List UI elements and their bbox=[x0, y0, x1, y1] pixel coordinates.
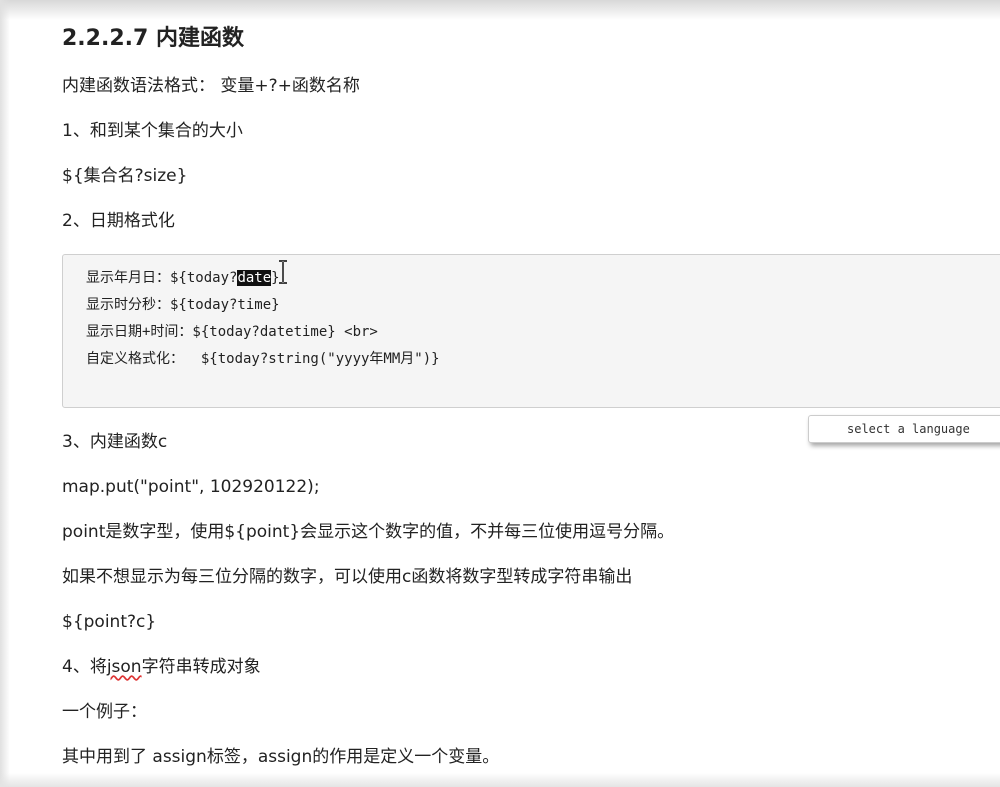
example-label: 一个例子： bbox=[62, 702, 147, 722]
map-put-example: map.put("point", 102920122); bbox=[62, 477, 320, 497]
bottom-shadow bbox=[0, 773, 1000, 787]
code-line-date[interactable]: 显示年月日：${today?date} bbox=[86, 269, 280, 287]
c-function-description: 如果不想显示为每三位分隔的数字，可以使用c函数将数字型转成字符串输出 bbox=[62, 567, 633, 587]
left-shadow bbox=[0, 0, 10, 787]
assign-note: 其中用到了 assign标签，assign的作用是定义一个变量。 bbox=[62, 747, 500, 767]
item-collection-size: 1、和到某个集合的大小 bbox=[62, 121, 243, 141]
text-cursor-icon bbox=[279, 260, 287, 284]
code-line-date-prefix: 显示年月日：${today? bbox=[86, 270, 238, 286]
section4-title: 4、将json字符串转成对象 bbox=[62, 656, 261, 678]
section4-title-json: json bbox=[106, 657, 142, 677]
selected-text[interactable]: date bbox=[237, 270, 272, 286]
language-select-label: select a language bbox=[847, 422, 970, 436]
section4-title-prefix: 4、将 bbox=[62, 657, 107, 677]
code-line-custom-format[interactable]: 自定义格式化： ${today?string("yyyy年MM月")} bbox=[86, 350, 440, 368]
intro-text: 内建函数语法格式： 变量+?+函数名称 bbox=[62, 76, 360, 96]
item-date-format: 2、日期格式化 bbox=[62, 211, 175, 231]
size-expression: ${集合名?size} bbox=[62, 166, 188, 186]
section4-title-suffix: 字符串转成对象 bbox=[141, 657, 261, 677]
language-select[interactable]: select a language bbox=[808, 415, 1000, 443]
code-line-datetime[interactable]: 显示日期+时间：${today?datetime} <br> bbox=[86, 323, 378, 341]
section-heading: 2.2.2.7 内建函数 bbox=[62, 26, 244, 51]
point-c-usage: ${point?c} bbox=[62, 612, 157, 632]
section3-title: 3、内建函数c bbox=[62, 432, 168, 452]
code-line-time[interactable]: 显示时分秒：${today?time} bbox=[86, 296, 280, 314]
code-block[interactable]: 显示年月日：${today?date} 显示时分秒：${today?time} … bbox=[62, 254, 1000, 408]
point-description: point是数字型，使用${point}会显示这个数字的值，不并每三位使用逗号分… bbox=[62, 522, 675, 542]
top-shadow bbox=[0, 0, 1000, 20]
